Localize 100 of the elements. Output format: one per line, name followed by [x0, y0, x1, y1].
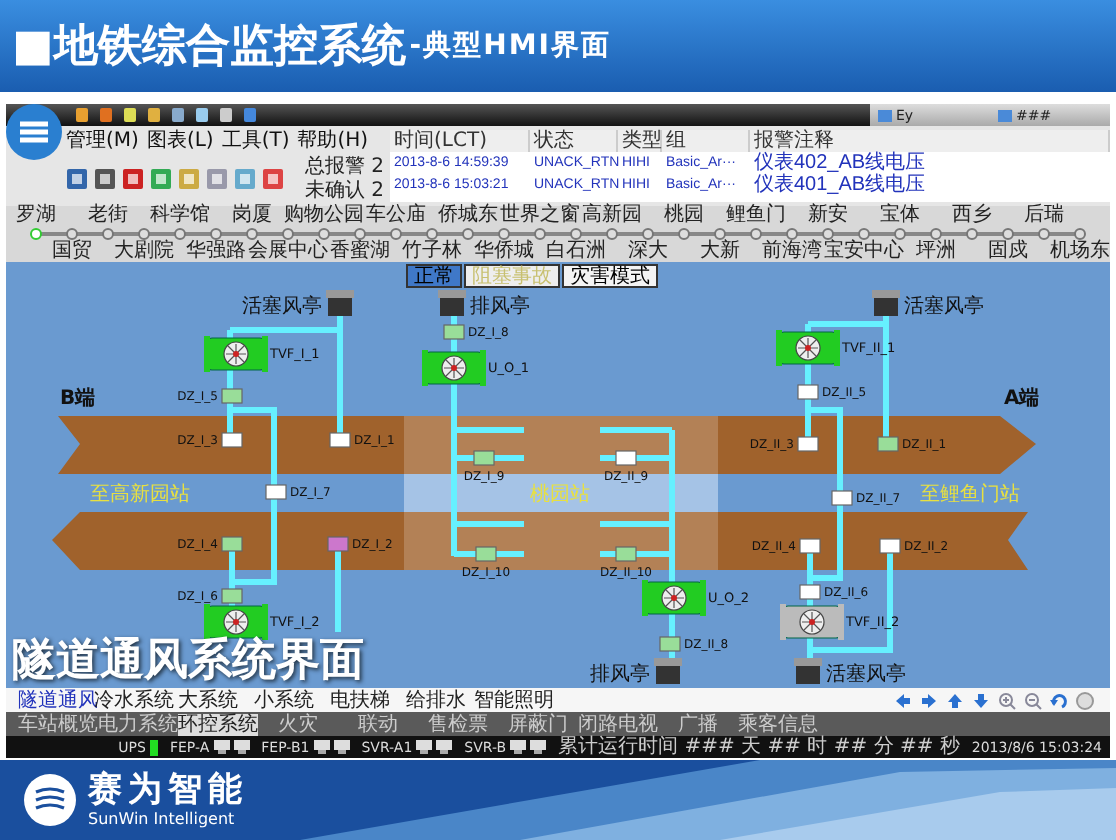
station-marker[interactable]: [1002, 228, 1014, 240]
vent-building-icon[interactable]: [872, 290, 900, 316]
system-tab[interactable]: 给排水: [398, 689, 474, 711]
station-marker[interactable]: [462, 228, 474, 240]
station-marker[interactable]: [678, 228, 690, 240]
station-marker[interactable]: [318, 228, 330, 240]
system-tab[interactable]: 小系统: [246, 689, 322, 711]
station-marker[interactable]: [858, 228, 870, 240]
station-marker[interactable]: [138, 228, 150, 240]
station-marker[interactable]: [354, 228, 366, 240]
fan-icon[interactable]: [642, 580, 706, 616]
subsystem-tab[interactable]: 售检票: [418, 713, 498, 735]
column-header[interactable]: 报警注释: [750, 130, 1110, 152]
station-marker[interactable]: [66, 228, 78, 240]
fan-icon[interactable]: [204, 336, 268, 372]
damper[interactable]: [473, 450, 495, 466]
menu-item[interactable]: 管理(M): [66, 125, 139, 153]
station-marker[interactable]: [606, 228, 618, 240]
tool-icon[interactable]: [66, 168, 88, 190]
arrow-up-icon[interactable]: [946, 691, 964, 709]
damper[interactable]: [877, 436, 899, 452]
mode-button[interactable]: 灾害模式: [562, 264, 658, 288]
station-marker[interactable]: [930, 228, 942, 240]
menu-item[interactable]: 帮助(H): [297, 125, 369, 153]
damper[interactable]: [879, 538, 901, 554]
arrow-left-icon[interactable]: [894, 691, 912, 709]
fan-icon[interactable]: [422, 350, 486, 386]
subsystem-tab[interactable]: 火灾: [258, 713, 338, 735]
column-header[interactable]: 组: [662, 130, 750, 152]
station-marker[interactable]: [174, 228, 186, 240]
station-marker[interactable]: [102, 228, 114, 240]
station-marker[interactable]: [282, 228, 294, 240]
subsystem-tab[interactable]: 广播: [658, 713, 738, 735]
subsystem-tab[interactable]: 联动: [338, 713, 418, 735]
damper[interactable]: [221, 588, 243, 604]
station-marker[interactable]: [498, 228, 510, 240]
arrow-right-icon[interactable]: [920, 691, 938, 709]
column-header[interactable]: 状态: [530, 130, 618, 152]
fan-icon[interactable]: [204, 604, 268, 640]
station-marker[interactable]: [966, 228, 978, 240]
station-marker[interactable]: [714, 228, 726, 240]
tool-icon[interactable]: [262, 168, 284, 190]
vent-building-icon[interactable]: [794, 658, 822, 684]
undo-icon[interactable]: [1050, 691, 1068, 709]
subsystem-tab[interactable]: 乘客信息: [738, 713, 818, 735]
damper[interactable]: [797, 384, 819, 400]
station-marker[interactable]: [390, 228, 402, 240]
mode-button[interactable]: 正常: [406, 264, 462, 288]
damper[interactable]: [329, 432, 351, 448]
damper[interactable]: [443, 324, 465, 340]
zoom-out-icon[interactable]: [1024, 691, 1042, 709]
subsystem-tab[interactable]: 闭路电视: [578, 713, 658, 735]
damper[interactable]: [221, 388, 243, 404]
subsystem-tab[interactable]: 环控系统: [178, 713, 258, 735]
column-header[interactable]: 时间(LCT): [390, 130, 530, 152]
vent-building-icon[interactable]: [654, 658, 682, 684]
subsystem-tab[interactable]: 电力系统: [98, 713, 178, 735]
vent-building-icon[interactable]: [326, 290, 354, 316]
fan-icon[interactable]: [776, 330, 840, 366]
subsystem-tab[interactable]: 屏蔽门: [498, 713, 578, 735]
station-marker[interactable]: [534, 228, 546, 240]
damper[interactable]: [221, 536, 243, 552]
station-marker[interactable]: [1038, 228, 1050, 240]
status-lamp: [149, 739, 158, 755]
system-tab[interactable]: 冷水系统: [94, 689, 170, 711]
damper[interactable]: [799, 538, 821, 554]
tool-icon[interactable]: [94, 168, 116, 190]
station-marker[interactable]: [1074, 228, 1086, 240]
fan-icon[interactable]: [780, 604, 844, 640]
station-marker[interactable]: [30, 228, 42, 240]
station-marker[interactable]: [786, 228, 798, 240]
station-name: 竹子林: [402, 242, 462, 262]
damper[interactable]: [221, 432, 243, 448]
menu-item[interactable]: 图表(L): [146, 125, 214, 153]
damper[interactable]: [659, 636, 681, 652]
station-marker[interactable]: [246, 228, 258, 240]
menu-item[interactable]: 工具(T): [221, 125, 290, 153]
damper[interactable]: [831, 490, 853, 506]
damper[interactable]: [265, 484, 287, 500]
damper[interactable]: [615, 450, 637, 466]
station-marker[interactable]: [750, 228, 762, 240]
damper[interactable]: [615, 546, 637, 562]
column-header[interactable]: 类型: [618, 130, 662, 152]
system-tab[interactable]: 隧道通风: [18, 689, 94, 711]
station-name: 车公庙: [366, 206, 426, 226]
zoom-in-icon[interactable]: [998, 691, 1016, 709]
arrow-down-icon[interactable]: [972, 691, 990, 709]
subsystem-tab[interactable]: 车站概览: [18, 713, 98, 735]
station-marker[interactable]: [426, 228, 438, 240]
station-marker[interactable]: [570, 228, 582, 240]
station-marker[interactable]: [822, 228, 834, 240]
station-marker[interactable]: [642, 228, 654, 240]
damper[interactable]: [797, 436, 819, 452]
tool-icon[interactable]: [122, 168, 144, 190]
station-marker[interactable]: [210, 228, 222, 240]
system-tab[interactable]: 智能照明: [474, 689, 550, 711]
station-marker[interactable]: [894, 228, 906, 240]
vent-building-icon[interactable]: [438, 290, 466, 316]
damper[interactable]: [799, 584, 821, 600]
system-tab[interactable]: 电扶梯: [322, 689, 398, 711]
